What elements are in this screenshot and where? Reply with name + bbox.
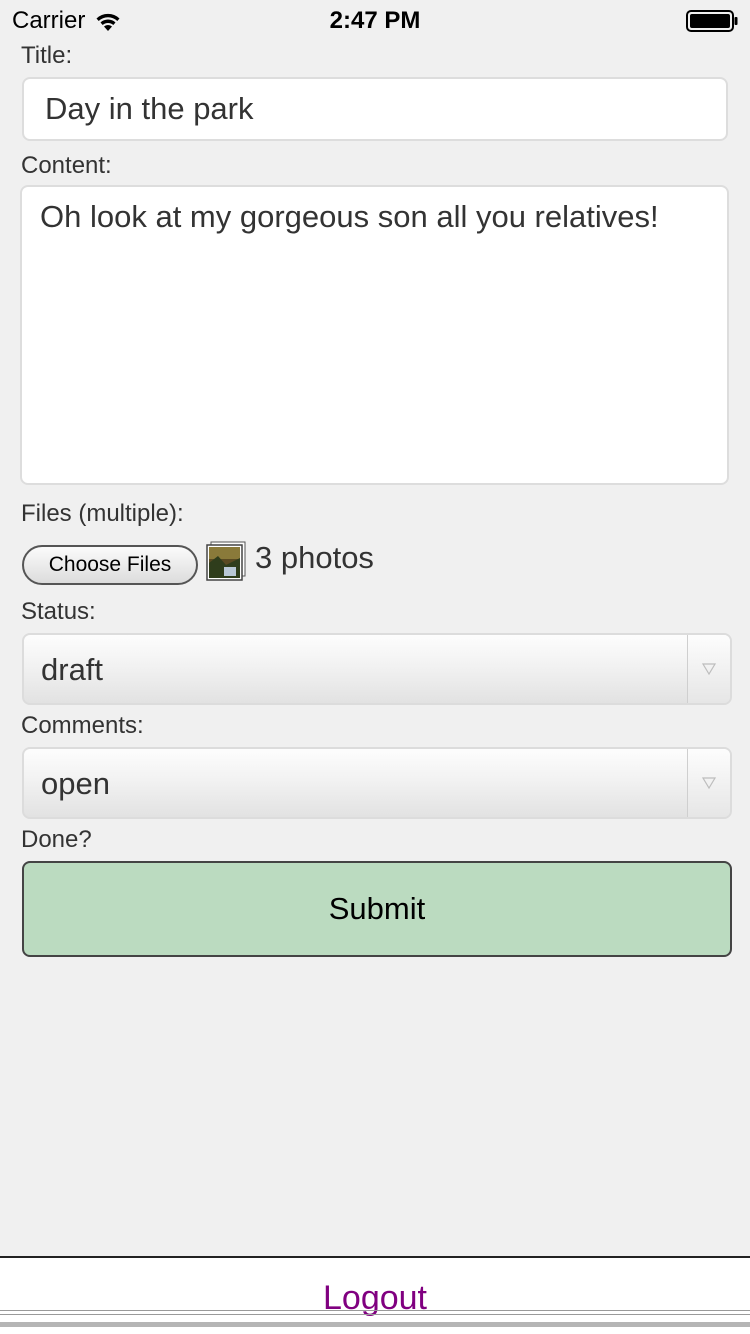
- status-bar: Carrier 2:47 PM: [0, 0, 750, 40]
- done-label: Done?: [21, 826, 92, 853]
- title-input[interactable]: Day in the park: [22, 77, 728, 141]
- battery-full-icon: [686, 10, 738, 32]
- footer-divider: [0, 1310, 750, 1311]
- comments-select-toggle[interactable]: [687, 749, 730, 817]
- comments-select-value: open: [41, 766, 110, 801]
- photo-thumbnail-icon: [206, 541, 246, 581]
- content-textarea[interactable]: Oh look at my gorgeous son all you relat…: [20, 185, 729, 485]
- comments-select[interactable]: open: [22, 747, 732, 819]
- status-select[interactable]: draft: [22, 633, 732, 705]
- status-time: 2:47 PM: [329, 7, 421, 34]
- footer-divider: [0, 1322, 750, 1327]
- choose-files-button[interactable]: Choose Files: [22, 545, 198, 585]
- chevron-down-icon: [702, 777, 716, 789]
- files-selected-count: 3 photos: [255, 540, 374, 575]
- status-label: Status:: [21, 598, 96, 625]
- submit-button[interactable]: Submit: [22, 861, 732, 957]
- footer-bar: Logout: [0, 1256, 750, 1334]
- chevron-down-icon: [702, 663, 716, 675]
- files-label: Files (multiple):: [21, 500, 184, 527]
- comments-label: Comments:: [21, 712, 144, 739]
- status-select-value: draft: [41, 652, 104, 687]
- title-label: Title:: [21, 42, 73, 69]
- content-label: Content:: [21, 152, 112, 179]
- footer-divider: [0, 1314, 750, 1315]
- logout-link[interactable]: Logout: [0, 1278, 750, 1318]
- status-select-toggle[interactable]: [687, 635, 730, 703]
